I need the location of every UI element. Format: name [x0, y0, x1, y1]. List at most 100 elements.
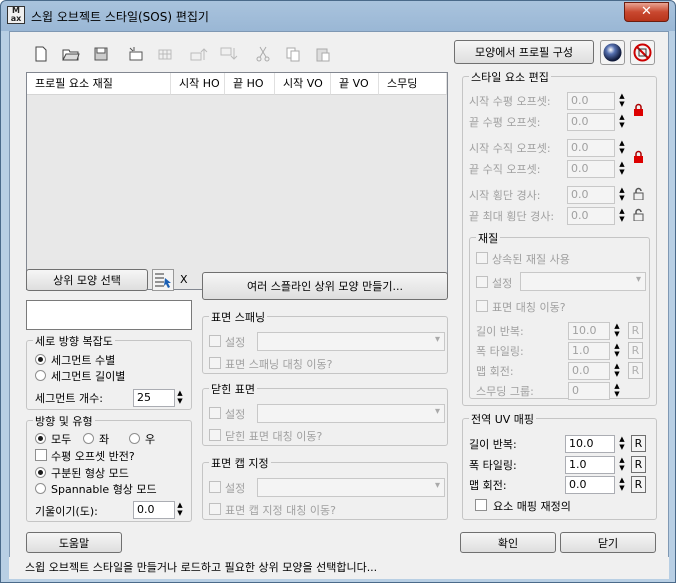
reset-button[interactable]: R [628, 322, 643, 339]
field-label: 시작 수직 오프셋: [469, 142, 551, 155]
spinner-arrows[interactable]: ▲ ▼ [617, 139, 627, 157]
column-header[interactable]: 끝 HO [225, 73, 275, 95]
title-bar: Max 스윕 오브젝트 스타일(SOS) 편집기 ✕ [1, 1, 675, 31]
spinner-arrows[interactable]: ▲ ▼ [617, 160, 627, 178]
paste-icon[interactable] [310, 42, 336, 66]
group-title: 방향 및 유형 [33, 413, 95, 429]
per-segment-length-radio[interactable] [35, 370, 46, 381]
select-parent-shape-button[interactable]: 상위 모양 선택 [26, 269, 148, 291]
start-h-offset-input[interactable]: 0.0 [567, 92, 615, 110]
grid-icon[interactable] [152, 42, 178, 66]
material-combo[interactable] [257, 478, 445, 497]
material-combo[interactable] [257, 404, 445, 423]
set-checkbox[interactable] [209, 407, 221, 419]
copy-icon[interactable] [280, 42, 306, 66]
reset-button[interactable]: R [631, 476, 646, 493]
set-checkbox[interactable] [209, 481, 221, 493]
uv-map-rotation-input[interactable]: 0.0 [565, 476, 615, 494]
column-header[interactable]: 프로필 요소 재질 [27, 73, 171, 95]
material-combo[interactable] [257, 332, 445, 351]
column-header[interactable]: 스무딩 [379, 73, 447, 95]
both-radio[interactable] [35, 433, 46, 444]
start-v-offset-input[interactable]: 0.0 [567, 139, 615, 157]
uv-length-repeat-input[interactable]: 10.0 [565, 435, 615, 453]
length-repeat-input[interactable]: 10.0 [568, 322, 610, 340]
spinner-arrows[interactable]: ▲ ▼ [617, 435, 627, 453]
spannable-radio[interactable] [35, 483, 46, 494]
delete-material-icon[interactable] [630, 40, 655, 65]
group-title: 표면 캡 지정 [209, 455, 271, 471]
new-file-icon[interactable] [28, 42, 54, 66]
start-slope-input[interactable]: 0.0 [567, 186, 615, 204]
create-multi-spline-button[interactable]: 여러 스플라인 상위 모양 만들기... [202, 272, 448, 300]
width-tiling-input[interactable]: 1.0 [568, 342, 610, 360]
uv-width-tiling-input[interactable]: 1.0 [565, 456, 615, 474]
lock-closed-icon[interactable] [633, 150, 644, 163]
move-down-icon[interactable] [216, 42, 242, 66]
end-slope-input[interactable]: 0.0 [567, 207, 615, 225]
spinner-arrows[interactable]: ▲ ▼ [617, 186, 627, 204]
spinner-arrows[interactable]: ▲ ▼ [612, 342, 622, 360]
checkbox-label: 상속된 재질 사용 [492, 253, 570, 266]
mirror-checkbox[interactable] [209, 503, 221, 515]
clear-parent-button[interactable]: X [180, 273, 188, 286]
reset-button[interactable]: R [628, 362, 643, 379]
reset-button[interactable]: R [631, 456, 646, 473]
spinner-arrows[interactable]: ▲ ▼ [175, 389, 185, 407]
reset-button[interactable]: R [631, 435, 646, 452]
add-item-icon[interactable] [122, 42, 148, 66]
save-icon[interactable] [88, 42, 114, 66]
mirror-checkbox[interactable] [209, 429, 221, 441]
parent-shape-field[interactable] [26, 300, 192, 330]
open-folder-icon[interactable] [58, 42, 84, 66]
spinner-arrows[interactable]: ▲ ▼ [617, 92, 627, 110]
spinner-arrows[interactable]: ▲ ▼ [612, 382, 622, 400]
spinner-arrows[interactable]: ▲ ▼ [612, 322, 622, 340]
lock-closed-icon[interactable] [633, 103, 644, 116]
material-sphere-icon[interactable] [600, 40, 625, 65]
spinner-arrows[interactable]: ▲ ▼ [617, 207, 627, 225]
pick-shape-icon[interactable] [152, 269, 174, 291]
spinner-arrows[interactable]: ▲ ▼ [175, 501, 185, 519]
column-header[interactable]: 시작 VO [275, 73, 331, 95]
left-radio[interactable] [83, 433, 94, 444]
flip-h-offset-checkbox[interactable] [35, 449, 47, 461]
lock-open-icon[interactable] [633, 187, 644, 201]
set-checkbox[interactable] [476, 276, 488, 288]
move-up-icon[interactable] [186, 42, 212, 66]
mirror-checkbox[interactable] [209, 357, 221, 369]
per-segment-count-radio[interactable] [35, 354, 46, 365]
reset-button[interactable]: R [628, 342, 643, 359]
end-v-offset-input[interactable]: 0.0 [567, 160, 615, 178]
column-header[interactable]: 시작 HO [171, 73, 225, 95]
column-header[interactable]: 끝 VO [331, 73, 379, 95]
cut-icon[interactable] [250, 42, 276, 66]
ok-button[interactable]: 확인 [460, 532, 556, 553]
help-button[interactable]: 도움말 [26, 532, 122, 553]
close-window-button[interactable]: ✕ [624, 2, 669, 22]
profile-element-list[interactable]: 프로필 요소 재질 시작 HO 끝 HO 시작 VO 끝 VO 스무딩 [26, 72, 448, 290]
field-label: 끝 수직 오프셋: [469, 163, 541, 176]
right-radio[interactable] [129, 433, 140, 444]
mirror-checkbox[interactable] [476, 300, 488, 312]
set-checkbox[interactable] [209, 335, 221, 347]
build-from-shape-button[interactable]: 모양에서 프로필 구성 [454, 40, 594, 64]
smoothing-group-input[interactable]: 0 [568, 382, 610, 400]
close-button[interactable]: 닫기 [560, 532, 656, 553]
spinner-arrows[interactable]: ▲ ▼ [612, 362, 622, 380]
inherit-material-checkbox[interactable] [476, 252, 488, 264]
material-combo[interactable] [520, 272, 646, 291]
remap-checkbox[interactable] [475, 499, 487, 511]
spinner-arrows[interactable]: ▲ ▼ [617, 476, 627, 494]
map-rotation-input[interactable]: 0.0 [568, 362, 610, 380]
sectioned-radio[interactable] [35, 467, 46, 478]
lock-open-icon[interactable] [633, 208, 644, 222]
segments-input[interactable]: 25 [133, 389, 175, 407]
spinner-arrows[interactable]: ▲ ▼ [617, 113, 627, 131]
end-h-offset-input[interactable]: 0.0 [567, 113, 615, 131]
surface-spanning-group: 표면 스패닝 설정 표면 스패닝 대칭 이동? [202, 309, 448, 374]
group-title: 닫힌 표면 [209, 381, 257, 397]
slope-input[interactable]: 0.0 [133, 501, 175, 519]
spinner-arrows[interactable]: ▲ ▼ [617, 456, 627, 474]
checkbox-label: 요소 매핑 재정의 [493, 500, 571, 513]
